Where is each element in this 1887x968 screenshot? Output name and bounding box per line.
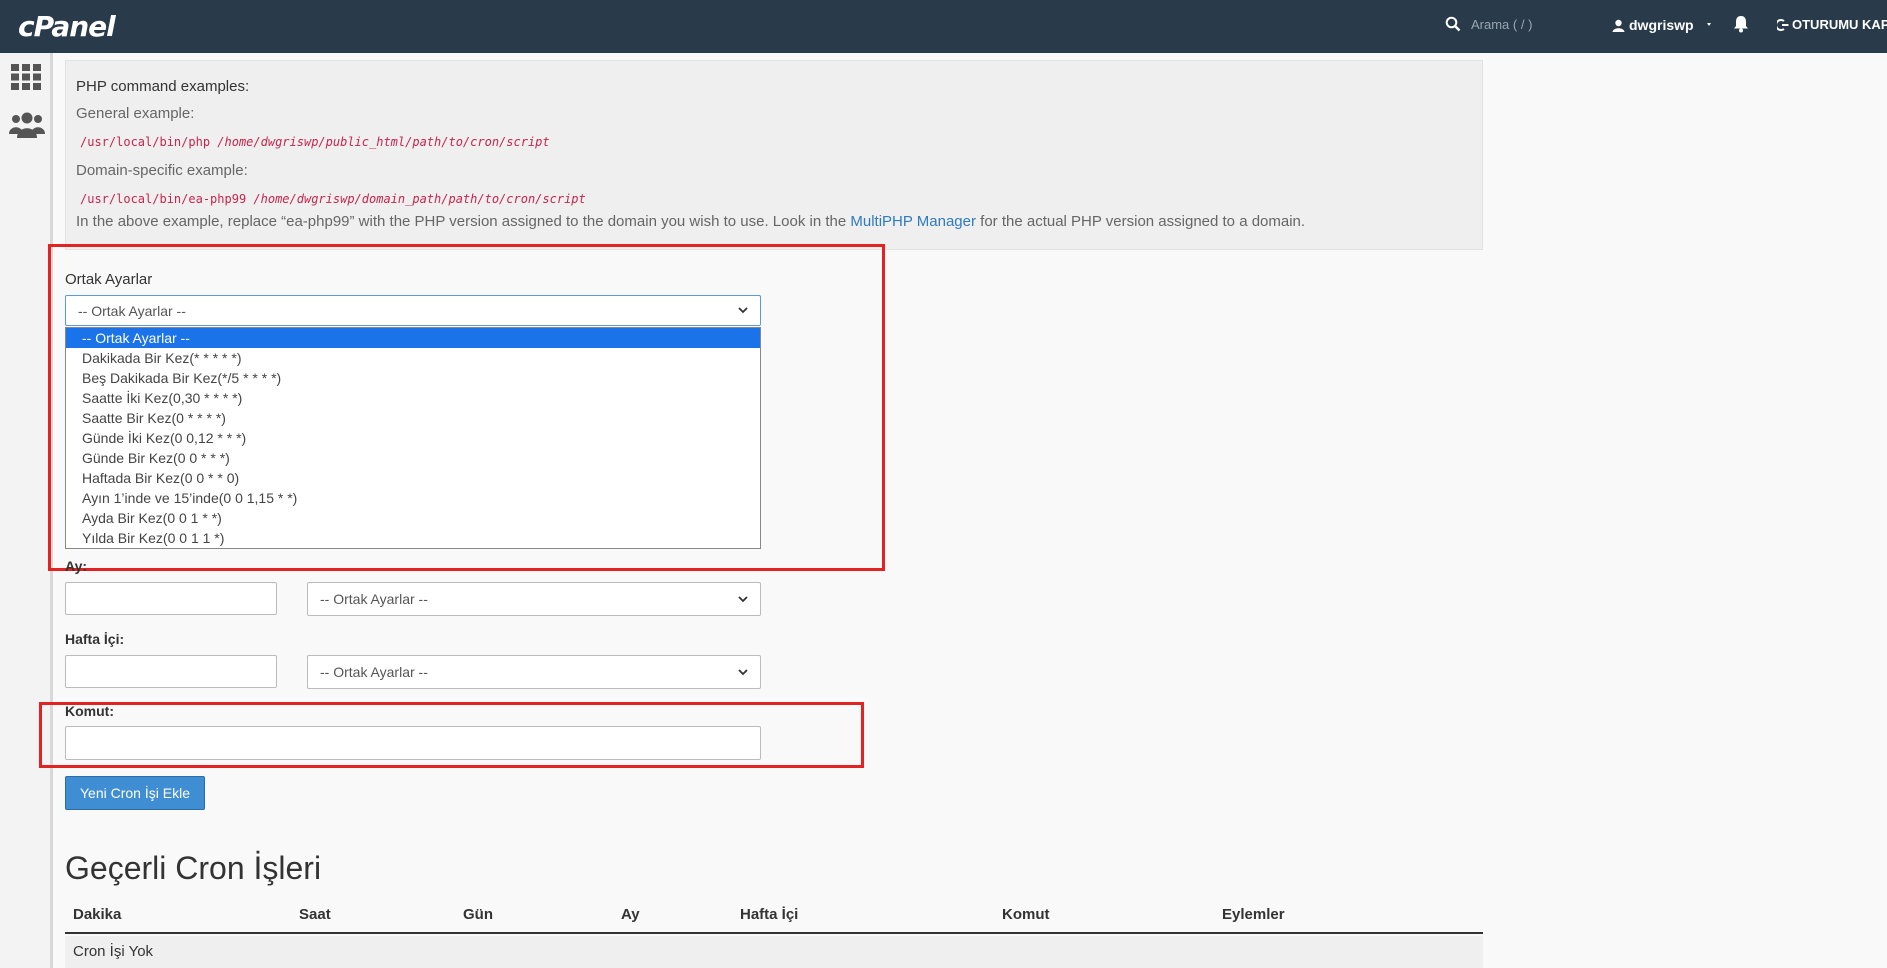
column-header-minute: Dakika bbox=[73, 906, 122, 923]
cron-table-header: Dakika Saat Gün Ay Hafta İçi Komut Eylem… bbox=[65, 900, 1483, 934]
weekday-label: Hafta İçi: bbox=[65, 631, 125, 647]
php-version-note: In the above example, replace “ea-php99”… bbox=[76, 213, 1306, 230]
domain-example-command: /usr/local/bin/ea-php99 /home/dwgriswp/d… bbox=[80, 192, 586, 206]
column-header-command: Komut bbox=[1002, 906, 1050, 923]
highlight-box-common-settings bbox=[48, 244, 885, 571]
php-examples-title: PHP command examples: bbox=[76, 78, 250, 95]
current-cron-jobs-heading: Geçerli Cron İşleri bbox=[65, 850, 322, 886]
column-header-hour: Saat bbox=[299, 906, 331, 923]
left-rail bbox=[0, 53, 53, 968]
cron-table-empty-row: Cron İşi Yok bbox=[65, 936, 1483, 968]
weekday-input[interactable] bbox=[65, 655, 277, 688]
month-label: Ay: bbox=[65, 558, 88, 574]
chevron-down-icon bbox=[738, 668, 748, 675]
logout-icon bbox=[1777, 18, 1789, 31]
search-icon bbox=[1445, 16, 1461, 32]
apps-grid-icon[interactable] bbox=[11, 64, 41, 90]
add-cron-job-button[interactable]: Yeni Cron İşi Ekle bbox=[65, 776, 205, 810]
column-header-day: Gün bbox=[463, 906, 493, 923]
column-header-month: Ay bbox=[621, 906, 640, 923]
logout-label: OTURUMU KAPAT bbox=[1792, 17, 1887, 32]
cpanel-logo[interactable]: cPanel bbox=[18, 10, 116, 43]
month-common-select[interactable]: -- Ortak Ayarlar -- bbox=[307, 582, 761, 616]
php-examples-box: PHP command examples: General example: /… bbox=[65, 60, 1483, 250]
notifications-button[interactable] bbox=[1733, 15, 1749, 38]
weekday-common-select[interactable]: -- Ortak Ayarlar -- bbox=[307, 655, 761, 689]
bell-icon bbox=[1734, 16, 1748, 33]
search-placeholder: Arama ( / ) bbox=[1471, 16, 1533, 32]
user-icon bbox=[1612, 19, 1625, 32]
top-bar: cPanel Arama ( / ) dwgriswp OTURUMU KAPA… bbox=[0, 0, 1887, 53]
column-header-actions: Eylemler bbox=[1222, 906, 1285, 923]
highlight-box-command bbox=[39, 702, 864, 768]
domain-example-label: Domain-specific example: bbox=[76, 162, 248, 179]
multiphp-manager-link[interactable]: MultiPHP Manager bbox=[850, 213, 976, 230]
general-example-label: General example: bbox=[76, 105, 195, 122]
username: dwgriswp bbox=[1629, 17, 1694, 33]
column-header-weekday: Hafta İçi bbox=[740, 906, 799, 923]
logout-button[interactable]: OTURUMU KAPAT bbox=[1777, 17, 1887, 32]
user-menu[interactable]: dwgriswp bbox=[1612, 17, 1716, 33]
top-search[interactable]: Arama ( / ) bbox=[1445, 16, 1532, 32]
general-example-command: /usr/local/bin/php /home/dwgriswp/public… bbox=[80, 135, 550, 149]
users-icon[interactable] bbox=[9, 112, 45, 138]
chevron-down-icon bbox=[738, 595, 748, 602]
month-input[interactable] bbox=[65, 582, 277, 615]
caret-down-icon bbox=[1706, 23, 1711, 26]
